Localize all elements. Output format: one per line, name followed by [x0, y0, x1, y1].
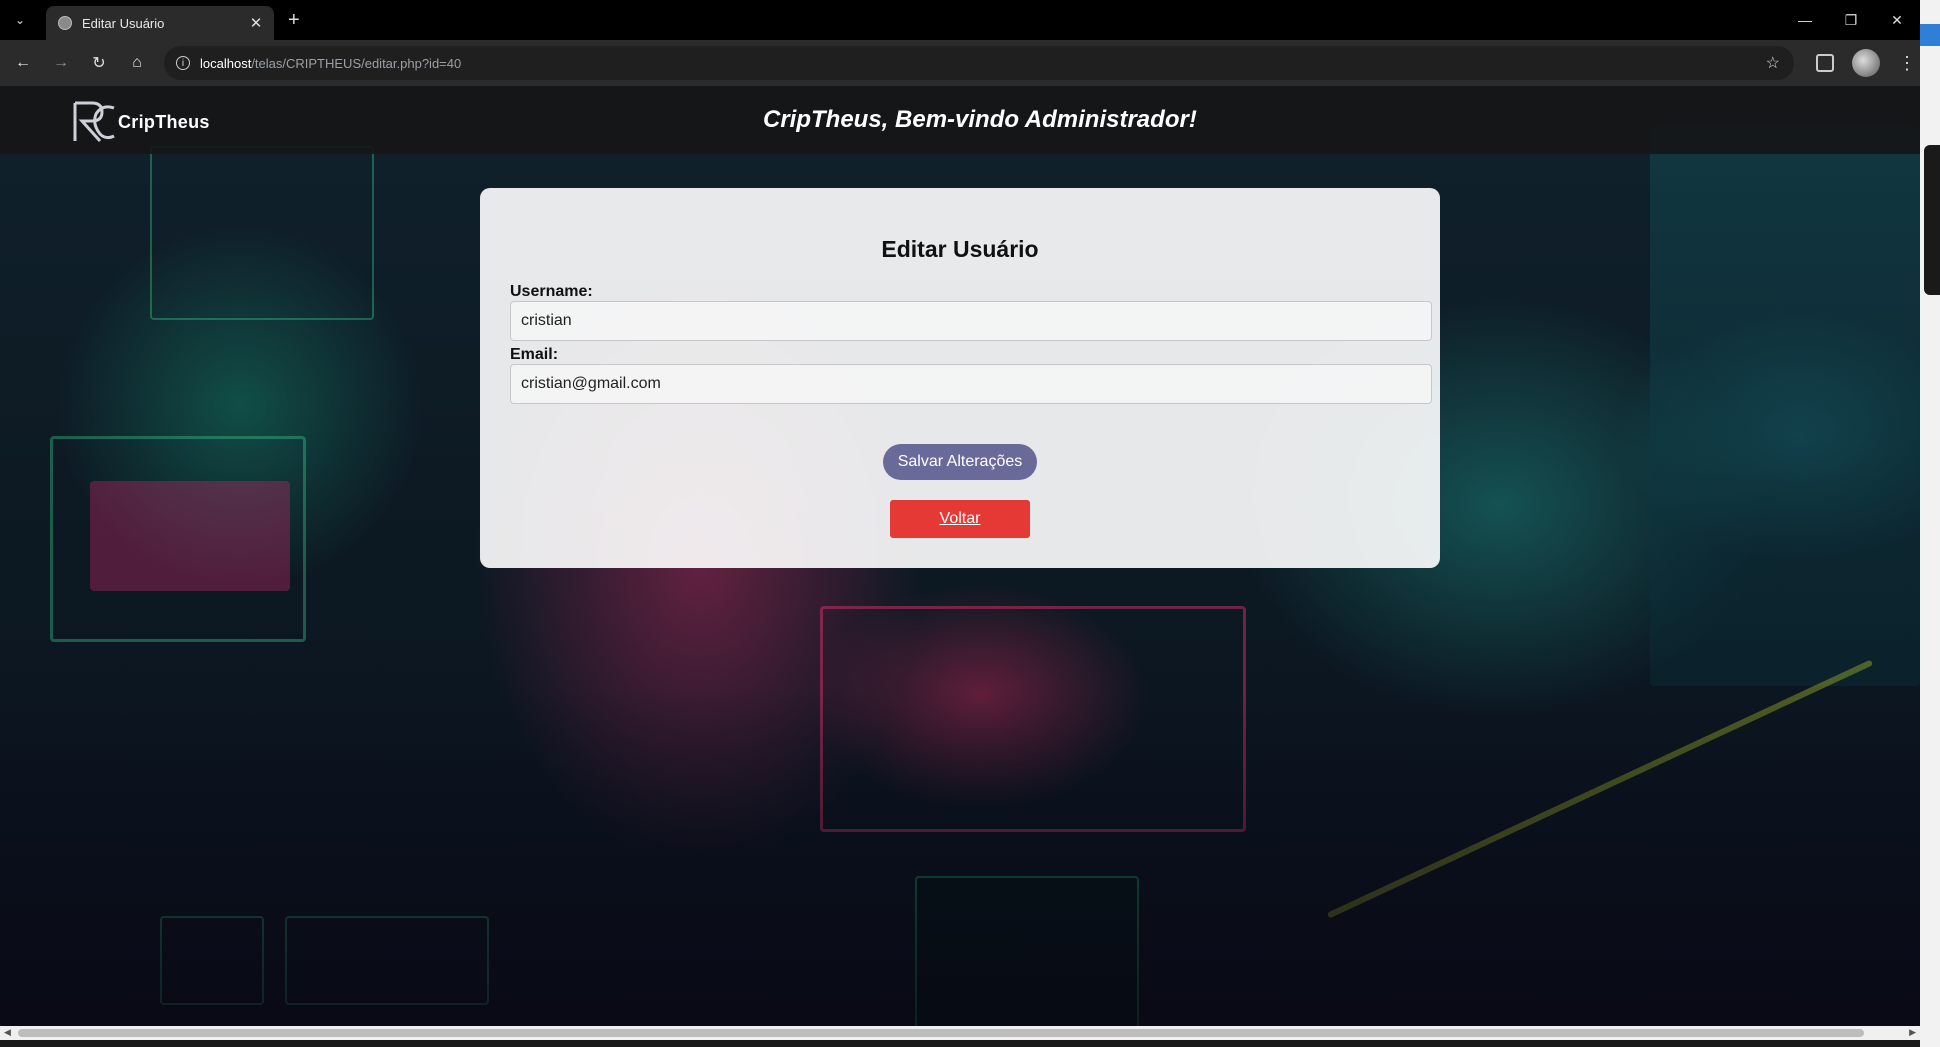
external-app-panel [1924, 145, 1940, 295]
back-button[interactable]: Voltar [890, 500, 1030, 538]
browser-menu-icon[interactable]: ⋮ [1898, 53, 1916, 74]
profile-avatar[interactable] [1852, 49, 1880, 77]
username-label: Username: [510, 283, 593, 300]
address-bar[interactable]: i localhost/telas/CRIPTHEUS/editar.php?i… [164, 46, 1794, 80]
tab-title: Editar Usuário [82, 15, 165, 31]
tab-search-icon[interactable]: ⌄ [8, 8, 32, 32]
taskbar-edge [0, 1040, 1920, 1047]
browser-tab[interactable]: Editar Usuário ✕ [46, 6, 274, 40]
url-host: localhost [200, 55, 252, 71]
extensions-icon[interactable] [1816, 54, 1834, 72]
forward-arrow-icon[interactable]: → [46, 48, 76, 78]
horizontal-scrollbar[interactable]: ◀ ▶ [0, 1026, 1920, 1040]
email-input[interactable] [510, 364, 1432, 404]
background-panel [90, 481, 290, 591]
page-title: Editar Usuário [881, 236, 1039, 262]
restore-icon[interactable]: ❐ [1828, 0, 1874, 40]
page-viewport: CripTheus CripTheus, Bem-vindo Administr… [0, 86, 1920, 1026]
external-app-accent [1920, 24, 1940, 46]
background-shade [0, 686, 1920, 1026]
minimize-icon[interactable]: — [1782, 0, 1828, 40]
background-cityscape [1650, 126, 1920, 686]
browser-toolbar: ← → ↻ ⌂ i localhost/telas/CRIPTHEUS/edit… [0, 40, 1920, 86]
browser-tab-bar: ⌄ Editar Usuário ✕ + — ❐ ✕ [0, 0, 1920, 40]
edit-user-card: Editar Usuário Username: Email: Salvar A… [480, 188, 1440, 568]
logo-icon [73, 101, 115, 143]
new-tab-icon[interactable]: + [288, 9, 300, 32]
back-arrow-icon[interactable]: ← [8, 48, 38, 78]
site-logo[interactable]: CripTheus [72, 100, 210, 144]
email-label: Email: [510, 346, 559, 363]
background-screen [150, 146, 374, 320]
globe-icon [58, 16, 72, 30]
site-header: CripTheus CripTheus, Bem-vindo Administr… [0, 86, 1920, 154]
window-close-icon[interactable]: ✕ [1874, 0, 1920, 40]
window-controls: — ❐ ✕ [1782, 0, 1920, 40]
external-app-strip [1920, 0, 1940, 1047]
scroll-right-icon[interactable]: ▶ [1909, 1027, 1916, 1038]
bookmark-star-icon[interactable]: ☆ [1766, 53, 1780, 73]
reload-icon[interactable]: ↻ [84, 48, 114, 78]
username-input[interactable] [510, 301, 1432, 341]
logo-text: CripTheus [118, 111, 210, 132]
url-path: /telas/CRIPTHEUS/editar.php?id=40 [251, 55, 462, 71]
welcome-message: CripTheus, Bem-vindo Administrador! [763, 106, 1197, 133]
site-info-icon[interactable]: i [176, 56, 190, 70]
close-tab-icon[interactable]: ✕ [246, 14, 266, 32]
save-changes-button[interactable]: Salvar Alterações [883, 444, 1037, 480]
home-icon[interactable]: ⌂ [122, 48, 152, 78]
scroll-left-icon[interactable]: ◀ [4, 1027, 11, 1038]
scrollbar-thumb[interactable] [18, 1029, 1864, 1037]
